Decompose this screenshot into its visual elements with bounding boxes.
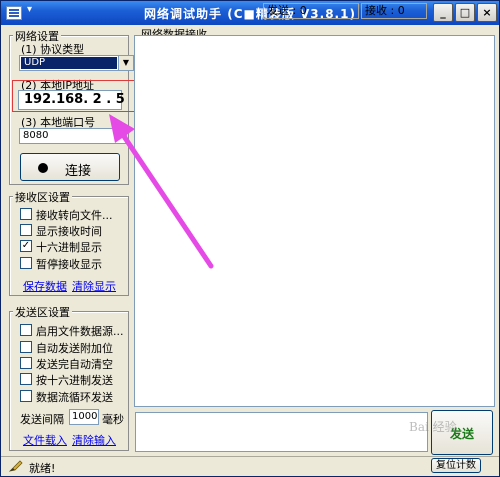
checkbox-label: 数据流循环发送: [36, 391, 113, 404]
receive-count: 接收 : 0: [361, 3, 427, 19]
connect-button-label: 连接: [65, 164, 92, 179]
maximize-button[interactable]: □: [455, 3, 475, 22]
app-window: ▾ 网络调试助手 (C■精装版 V3.8.1) _ □ × 网络设置 (1) 协…: [0, 0, 500, 477]
chevron-down-icon[interactable]: ▼: [118, 56, 133, 70]
checkbox[interactable]: [20, 341, 32, 353]
checkbox-label: 暂停接收显示: [36, 258, 102, 271]
checkbox-label: 自动发送附加位: [36, 342, 113, 355]
checkbox[interactable]: [20, 224, 32, 236]
load-file-link[interactable]: 文件载入: [23, 432, 67, 448]
checkbox-label: 按十六进制发送: [36, 374, 113, 387]
annotation-arrow-icon: [109, 114, 214, 269]
send-settings-title: 发送区设置: [13, 304, 72, 320]
protocol-value: UDP: [21, 57, 117, 69]
checkbox-label: 发送完自动清空: [36, 358, 113, 371]
clear-input-link[interactable]: 清除输入: [72, 432, 116, 448]
watermark: Bai 经验: [409, 420, 457, 434]
save-data-link[interactable]: 保存数据: [23, 278, 67, 294]
status-bar: [1, 456, 499, 476]
connection-status-icon: [38, 163, 48, 173]
send-interval-input[interactable]: 1000: [69, 409, 99, 425]
protocol-select[interactable]: UDP ▼: [19, 55, 134, 71]
send-count: 发送 : 0: [263, 3, 359, 19]
status-text: 就绪!: [29, 462, 56, 475]
checkbox-label: 十六进制显示: [36, 241, 102, 254]
checkbox[interactable]: ✓: [20, 240, 32, 252]
checkbox[interactable]: [20, 373, 32, 385]
checkbox[interactable]: [20, 324, 32, 336]
status-pen-icon: [9, 460, 23, 472]
minimize-button[interactable]: _: [433, 3, 453, 22]
checkbox[interactable]: [20, 208, 32, 220]
checkbox[interactable]: [20, 257, 32, 269]
checkbox[interactable]: [20, 357, 32, 369]
checkbox-label: 启用文件数据源...: [36, 325, 124, 338]
checkbox[interactable]: [20, 390, 32, 402]
send-data-textarea[interactable]: [135, 412, 428, 452]
send-interval-unit: 毫秒: [102, 413, 124, 426]
send-interval-label: 发送间隔: [20, 413, 64, 426]
close-button[interactable]: ×: [477, 3, 497, 22]
checkbox-label: 显示接收时间: [36, 225, 102, 238]
reset-count-button[interactable]: 复位计数: [431, 458, 481, 473]
receive-settings-title: 接收区设置: [13, 189, 72, 205]
clear-display-link[interactable]: 清除显示: [72, 278, 116, 294]
